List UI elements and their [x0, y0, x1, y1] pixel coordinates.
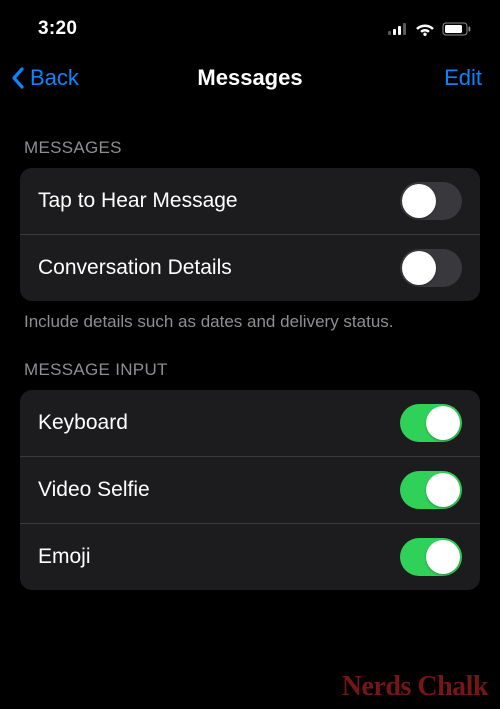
chevron-left-icon	[10, 66, 26, 90]
status-icons	[388, 22, 472, 36]
row-label: Video Selfie	[38, 478, 150, 502]
row-label: Emoji	[38, 545, 91, 569]
nav-bar: Back Messages Edit	[0, 52, 500, 108]
watermark: Nerds Chalk	[342, 671, 488, 703]
toggle-conversation-details[interactable]	[400, 249, 462, 287]
toggle-tap-to-hear[interactable]	[400, 182, 462, 220]
cellular-icon	[388, 23, 408, 35]
section-header-input: MESSAGE INPUT	[20, 334, 480, 390]
row-emoji[interactable]: Emoji	[20, 523, 480, 590]
section-footer-messages: Include details such as dates and delive…	[20, 301, 480, 334]
group-messages: Tap to Hear Message Conversation Details	[20, 168, 480, 301]
row-video-selfie[interactable]: Video Selfie	[20, 456, 480, 523]
status-bar: 3:20	[0, 0, 500, 52]
status-time: 3:20	[38, 18, 77, 40]
group-input: Keyboard Video Selfie Emoji	[20, 390, 480, 590]
row-label: Tap to Hear Message	[38, 189, 238, 213]
content: MESSAGES Tap to Hear Message Conversatio…	[0, 108, 500, 590]
row-conversation-details[interactable]: Conversation Details	[20, 234, 480, 301]
toggle-emoji[interactable]	[400, 538, 462, 576]
battery-icon	[442, 22, 472, 36]
row-label: Keyboard	[38, 411, 128, 435]
section-header-messages: MESSAGES	[20, 108, 480, 168]
row-label: Conversation Details	[38, 256, 232, 280]
back-button[interactable]: Back	[10, 65, 79, 91]
row-tap-to-hear[interactable]: Tap to Hear Message	[20, 168, 480, 234]
row-keyboard[interactable]: Keyboard	[20, 390, 480, 456]
page-title: Messages	[197, 65, 302, 91]
back-label: Back	[30, 65, 79, 91]
wifi-icon	[415, 22, 435, 36]
edit-button[interactable]: Edit	[444, 65, 482, 91]
toggle-video-selfie[interactable]	[400, 471, 462, 509]
toggle-keyboard[interactable]	[400, 404, 462, 442]
